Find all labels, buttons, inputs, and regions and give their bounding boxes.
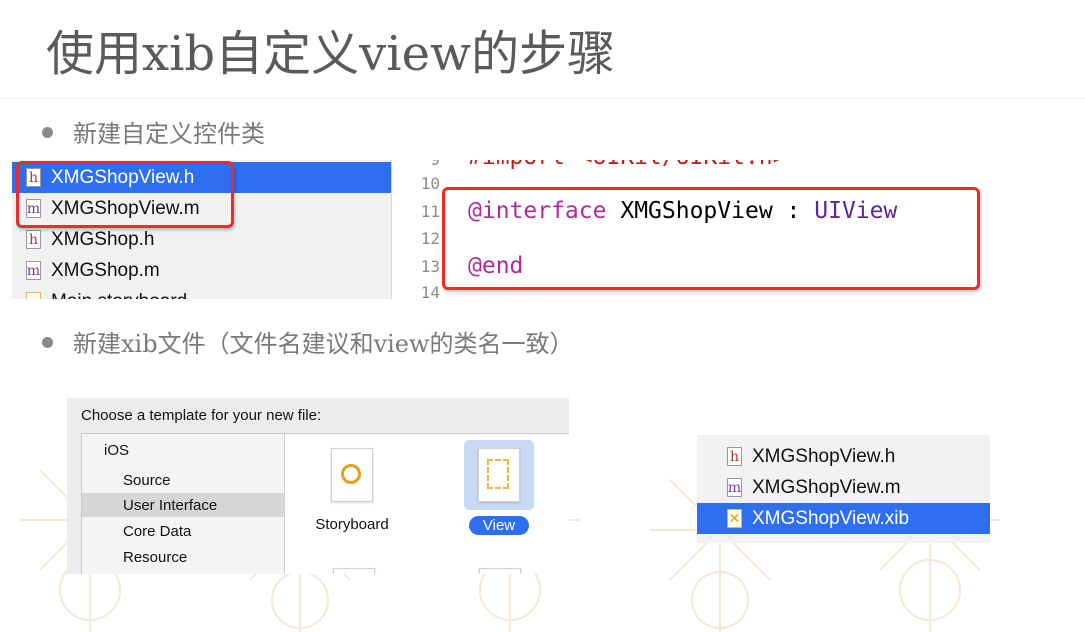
storyboard-template-icon <box>331 448 373 502</box>
file-name: XMGShop.m <box>51 259 160 281</box>
category-core-data[interactable]: Core Data <box>82 519 284 543</box>
storyboard-file-icon <box>26 292 41 299</box>
template-label: Storyboard <box>315 516 389 533</box>
file-row-shopview-m[interactable]: m XMGShopView.m <box>697 472 990 503</box>
template-icon-partial <box>333 568 375 574</box>
category-source[interactable]: Source <box>82 468 284 492</box>
category-resource[interactable]: Resource <box>82 545 284 569</box>
highlight-box-code <box>442 187 980 290</box>
file-name: XMGShopView.xib <box>752 507 910 529</box>
project-navigator-2: h XMGShopView.h m XMGShopView.m ✕ XMGSho… <box>697 435 990 543</box>
bullet-1-text: 新建自定义控件类 <box>73 120 265 148</box>
import-line: #import <UIKit/UIKit.h> <box>468 160 787 170</box>
line-number: 10 <box>420 174 440 193</box>
view-template-icon <box>478 448 520 502</box>
import-text: #import <UIKit/UIKit.h> <box>468 160 787 170</box>
category-list: iOS Source User Interface Core Data Reso… <box>82 434 285 574</box>
slide-title: 使用xib自定义view的步骤 <box>46 26 616 82</box>
file-name: XMGShop.h <box>51 228 155 250</box>
template-chooser: Choose a template for your new file: iOS… <box>67 398 569 574</box>
bullet-dot-icon <box>42 127 53 138</box>
template-storyboard[interactable]: Storyboard <box>304 448 400 533</box>
file-name: XMGShopView.m <box>752 476 901 498</box>
file-row-main-storyboard[interactable]: Main.storyboard <box>12 286 391 299</box>
line-number: 14 <box>420 283 440 299</box>
line-number: 13 <box>420 257 440 276</box>
implementation-file-icon: m <box>727 478 742 497</box>
highlight-box-files <box>16 161 234 228</box>
xib-file-icon: ✕ <box>727 509 742 528</box>
file-name: XMGShopView.h <box>752 445 896 467</box>
bullet-1: 新建自定义控件类 <box>42 114 265 149</box>
header-file-icon: h <box>26 230 41 249</box>
file-row-shopview-xib[interactable]: ✕ XMGShopView.xib <box>697 503 990 534</box>
implementation-file-icon: m <box>26 261 41 280</box>
line-number: 12 <box>420 229 440 248</box>
template-label: View <box>468 516 530 535</box>
bullet-dot-icon <box>42 337 53 348</box>
file-row-shop-m[interactable]: m XMGShop.m <box>12 255 391 286</box>
bullet-2-text: 新建xib文件（文件名建议和view的类名一致） <box>73 330 574 358</box>
line-number: 11 <box>420 202 440 221</box>
file-row-shop-h[interactable]: h XMGShop.h <box>12 224 391 255</box>
template-icon-partial <box>479 568 521 574</box>
title-divider <box>0 98 1085 99</box>
template-view[interactable]: View <box>451 440 547 535</box>
line-number: 9 <box>416 160 440 169</box>
bullet-2: 新建xib文件（文件名建议和view的类名一致） <box>42 324 574 359</box>
category-user-interface[interactable]: User Interface <box>82 493 284 517</box>
platform-ios[interactable]: iOS <box>82 438 284 462</box>
file-name: Main.storyboard <box>51 291 187 300</box>
file-row-shopview-h[interactable]: h XMGShopView.h <box>697 441 990 472</box>
template-chooser-header: Choose a template for your new file: <box>81 407 322 424</box>
template-chooser-body: iOS Source User Interface Core Data Reso… <box>81 433 569 574</box>
header-file-icon: h <box>727 447 742 466</box>
